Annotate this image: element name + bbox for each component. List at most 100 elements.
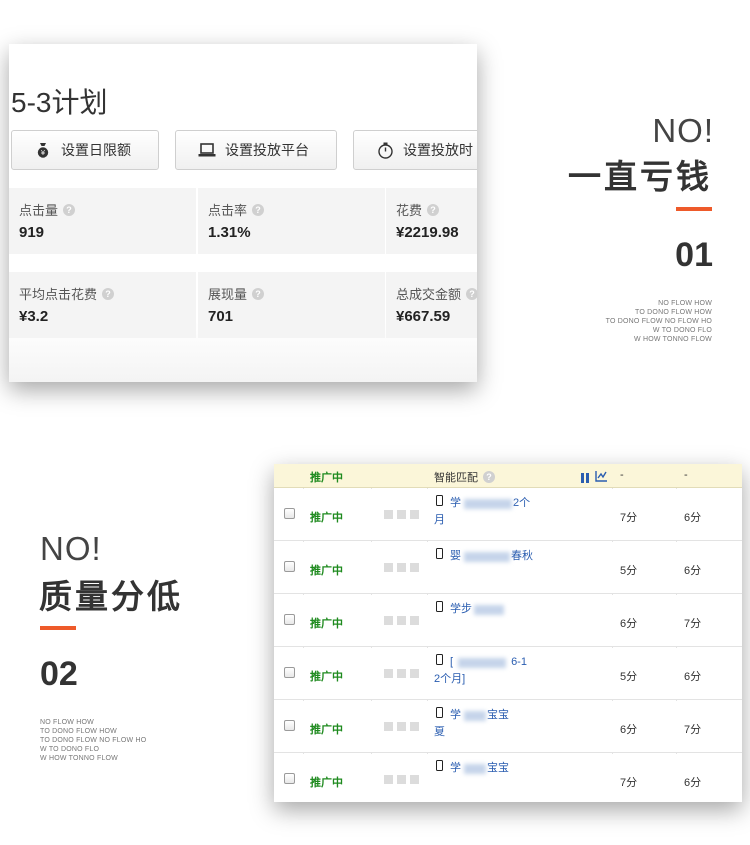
bar-chart-icon[interactable] xyxy=(580,470,592,488)
row-action-placeholders xyxy=(384,510,419,519)
keyword-link[interactable]: 学步 xyxy=(450,601,504,618)
score-b: 6分 xyxy=(684,777,702,789)
flow-line: W TO DONO FLO xyxy=(652,327,712,334)
help-icon[interactable]: ? xyxy=(63,203,76,216)
table-row: 推广中 [6-1 2个月] 5分 6分 xyxy=(274,648,742,700)
metric-label: 总成交金额 xyxy=(396,287,462,302)
set-schedule-button[interactable]: 设置投放时 xyxy=(353,130,477,170)
metric-value: 1.31% xyxy=(208,224,251,241)
row-checkbox[interactable] xyxy=(284,667,295,678)
score-a: 5分 xyxy=(620,565,638,577)
row-status: 推广中 xyxy=(310,671,343,683)
help-icon[interactable]: ? xyxy=(102,287,115,300)
mobile-icon xyxy=(436,548,443,559)
keyword-link[interactable]: 学 2个 xyxy=(450,495,530,512)
flow-line: NO FLOW HOW xyxy=(40,719,94,726)
metric-value: ¥667.59 xyxy=(396,308,451,325)
score-b: 6分 xyxy=(684,512,702,524)
metric-label: 花费 xyxy=(396,203,423,218)
metric-value: ¥3.2 xyxy=(19,308,49,325)
keyword-link[interactable]: 学宝宝 xyxy=(450,760,509,777)
set-platform-label: 设置投放平台 xyxy=(225,142,309,158)
table-row: 推广中 学宝宝 7分 6分 xyxy=(274,754,742,802)
section2-flow-text: NO FLOW HOW TO DONO FLOW HOW TO DONO FLO… xyxy=(40,718,146,763)
flow-line: W HOW TONNO FLOW xyxy=(634,336,712,343)
flow-line: TO DONO FLOW HOW xyxy=(635,309,712,316)
section2-no: NO! xyxy=(40,530,102,567)
keyword-link-cont[interactable]: 月 xyxy=(434,512,445,529)
row-status: 推广中 xyxy=(310,724,343,736)
keyword-link-cont[interactable]: 2个月] xyxy=(434,671,465,688)
metric-label: 点击量 xyxy=(19,203,59,218)
row-action-placeholders xyxy=(384,775,419,784)
section1-flow-text: NO FLOW HOW TO DONO FLOW HOW TO DONO FLO… xyxy=(606,299,712,344)
score-a: 6分 xyxy=(620,618,638,630)
header-col-b: - xyxy=(684,469,688,481)
score-a: 6分 xyxy=(620,724,638,736)
row-action-placeholders xyxy=(384,616,419,625)
section1-headline: 一直亏钱 xyxy=(568,158,712,195)
keyword-link-cont[interactable]: 夏 xyxy=(434,724,445,741)
row-checkbox[interactable] xyxy=(284,561,295,572)
set-platform-button[interactable]: 设置投放平台 xyxy=(175,130,337,170)
section2-accent-bar xyxy=(40,626,76,630)
mobile-icon xyxy=(436,654,443,665)
help-icon[interactable]: ? xyxy=(252,203,265,216)
metric-label: 点击率 xyxy=(208,203,248,218)
metric-value: 919 xyxy=(19,224,45,241)
metric-clicks: 点击量? 919 xyxy=(9,188,196,254)
section2-number: 02 xyxy=(40,655,78,693)
metric-impressions: 展现量? 701 xyxy=(198,272,385,338)
table-row: 推广中 学宝宝 夏 6分 7分 xyxy=(274,701,742,753)
header-status: 推广中 xyxy=(310,472,343,484)
help-icon[interactable]: ? xyxy=(466,287,477,300)
section2-headline: 质量分低 xyxy=(39,578,183,615)
stopwatch-icon xyxy=(376,141,394,159)
help-icon[interactable]: ? xyxy=(427,203,440,216)
section1-accent-bar xyxy=(676,207,712,211)
keyword-table-card: 推广中 智能匹配 ? - - 推广中 学 2个 月 7分 6分 推广中 婴春秋 5… xyxy=(274,464,742,802)
set-daily-limit-button[interactable]: ¥ 设置日限额 xyxy=(11,130,159,170)
row-action-placeholders xyxy=(384,563,419,572)
keyword-link[interactable]: 婴春秋 xyxy=(450,548,533,565)
flow-line: W HOW TONNO FLOW xyxy=(40,755,118,762)
mobile-icon xyxy=(436,707,443,718)
row-action-placeholders xyxy=(384,669,419,678)
keyword-link[interactable]: 学宝宝 xyxy=(450,707,509,724)
header-smart-match-label: 智能匹配 xyxy=(434,472,478,484)
help-icon[interactable]: ? xyxy=(252,287,265,300)
set-daily-limit-label: 设置日限额 xyxy=(61,142,131,158)
header-col-a: - xyxy=(620,469,624,481)
laptop-icon xyxy=(198,141,216,159)
line-chart-icon[interactable] xyxy=(595,469,608,487)
row-action-placeholders xyxy=(384,722,419,731)
row-checkbox[interactable] xyxy=(284,614,295,625)
row-status: 推广中 xyxy=(310,618,343,630)
table-row: 推广中 学步 6分 7分 xyxy=(274,595,742,647)
score-b: 7分 xyxy=(684,618,702,630)
metric-label: 平均点击花费 xyxy=(19,287,98,302)
score-b: 7分 xyxy=(684,724,702,736)
row-status: 推广中 xyxy=(310,512,343,524)
help-icon[interactable]: ? xyxy=(483,471,495,483)
metric-value: ¥2219.98 xyxy=(396,224,459,241)
row-checkbox[interactable] xyxy=(284,508,295,519)
money-bag-icon: ¥ xyxy=(34,141,52,159)
table-row: 推广中 婴春秋 5分 6分 xyxy=(274,542,742,594)
set-schedule-label: 设置投放时 xyxy=(403,142,473,158)
score-b: 6分 xyxy=(684,565,702,577)
mobile-icon xyxy=(436,601,443,612)
flow-line: TO DONO FLOW NO FLOW HO xyxy=(40,737,147,744)
metric-total-gmv: 总成交金额? ¥667.59 xyxy=(386,272,477,338)
row-checkbox[interactable] xyxy=(284,720,295,731)
mobile-icon xyxy=(436,760,443,771)
plan-title: 5-3计划 xyxy=(11,87,108,118)
score-b: 6分 xyxy=(684,671,702,683)
mobile-icon xyxy=(436,495,443,506)
row-checkbox[interactable] xyxy=(284,773,295,784)
keyword-link[interactable]: [6-1 xyxy=(450,654,527,671)
table-header: 推广中 智能匹配 ? - - xyxy=(274,464,742,488)
header-smart-match: 智能匹配 ? xyxy=(434,469,495,485)
row-status: 推广中 xyxy=(310,565,343,577)
flow-line: TO DONO FLOW HOW xyxy=(40,728,117,735)
